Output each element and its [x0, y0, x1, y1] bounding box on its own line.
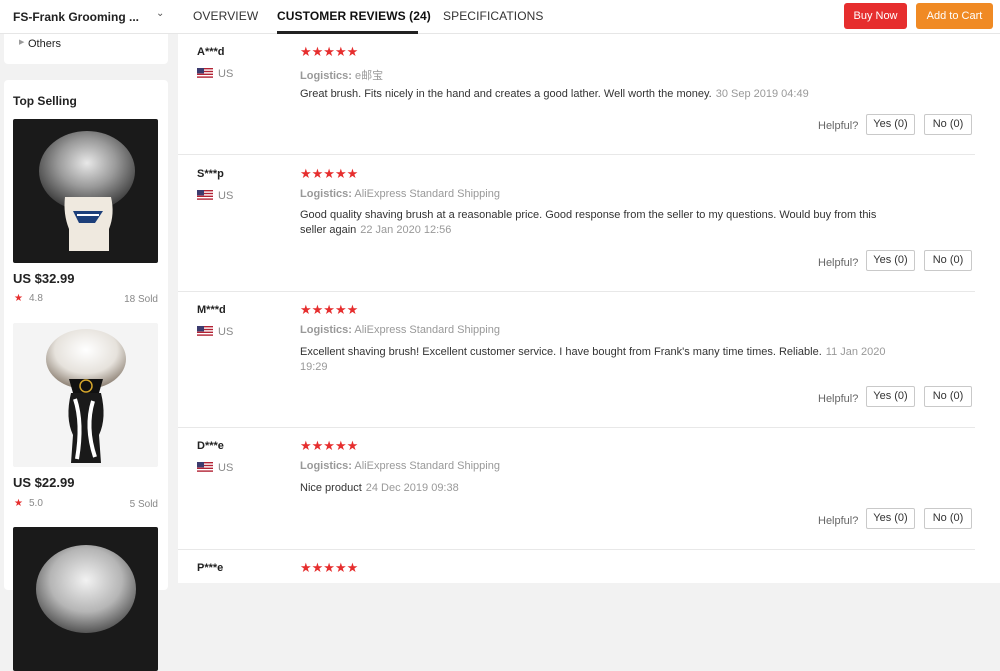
reviewer-name: S***p — [197, 168, 224, 180]
review-text: Good quality shaving brush at a reasonab… — [300, 208, 900, 238]
us-flag-icon — [197, 462, 213, 472]
review-item: P***e ★★★★★ — [178, 550, 975, 583]
helpful-label: Helpful? — [818, 515, 859, 527]
tab-overview[interactable]: OVERVIEW — [193, 9, 258, 23]
product-price: US $32.99 — [13, 271, 75, 286]
reviewer-country: US — [218, 68, 234, 80]
star-rating: ★★★★★ — [300, 44, 359, 59]
review-body: Excellent shaving brush! Excellent custo… — [300, 346, 822, 358]
top-navigation-bar: FS-Frank Grooming ... ⌄ OVERVIEW CUSTOME… — [0, 0, 1000, 34]
review-date: 30 Sep 2019 04:49 — [715, 88, 809, 100]
product-sold-count: 18 Sold — [124, 294, 158, 305]
top-selling-panel: Top Selling US $32.99 ★ 4.8 18 Sold US $… — [4, 80, 168, 671]
logistics-info: Logistics: e邮宝 — [300, 67, 383, 83]
helpful-yes-button[interactable]: Yes (0) — [866, 386, 915, 407]
logistics-info: Logistics: AliExpress Standard Shipping — [300, 188, 500, 200]
category-item-others[interactable]: Others — [28, 38, 61, 50]
logistics-info: Logistics: AliExpress Standard Shipping — [300, 460, 500, 472]
review-date: 22 Jan 2020 12:56 — [360, 224, 452, 236]
reviewer-country: US — [218, 190, 234, 202]
us-flag-icon — [197, 68, 213, 78]
logistics-method: AliExpress Standard Shipping — [354, 188, 500, 200]
product-rating: 4.8 — [29, 293, 43, 304]
product-image[interactable] — [13, 119, 158, 263]
helpful-label: Helpful? — [818, 393, 859, 405]
review-item: D***e US ★★★★★ Logistics: AliExpress Sta… — [178, 428, 975, 550]
star-rating: ★★★★★ — [300, 438, 359, 453]
review-item: A***d US ★★★★★ Logistics: e邮宝 Great brus… — [178, 34, 975, 155]
reviews-panel: A***d US ★★★★★ Logistics: e邮宝 Great brus… — [178, 34, 1000, 583]
logistics-label: Logistics: — [300, 70, 352, 82]
reviewer-name: A***d — [197, 46, 225, 58]
logistics-method: AliExpress Standard Shipping — [354, 324, 500, 336]
helpful-no-button[interactable]: No (0) — [924, 386, 972, 407]
review-text: Excellent shaving brush! Excellent custo… — [300, 345, 900, 375]
helpful-yes-button[interactable]: Yes (0) — [866, 250, 915, 271]
review-body: Nice product — [300, 482, 362, 494]
logistics-info: Logistics: AliExpress Standard Shipping — [300, 324, 500, 336]
logistics-method: AliExpress Standard Shipping — [354, 460, 500, 472]
reviewer-name: D***e — [197, 440, 224, 452]
reviewer-name: M***d — [197, 304, 226, 316]
helpful-no-button[interactable]: No (0) — [924, 250, 972, 271]
caret-right-icon: ▶ — [19, 39, 25, 46]
product-sold-count: 5 Sold — [129, 499, 158, 510]
product-image[interactable] — [13, 323, 158, 467]
buy-now-button[interactable]: Buy Now — [844, 3, 907, 29]
star-rating: ★★★★★ — [300, 302, 359, 317]
top-selling-title: Top Selling — [13, 94, 77, 108]
helpful-label: Helpful? — [818, 257, 859, 269]
add-to-cart-button[interactable]: Add to Cart — [916, 3, 993, 29]
tab-customer-reviews[interactable]: CUSTOMER REVIEWS (24) — [277, 9, 431, 23]
product-price: US $22.99 — [13, 475, 75, 490]
logistics-label: Logistics: — [300, 188, 352, 200]
category-list: ▶ Others — [4, 34, 168, 64]
review-text: Great brush. Fits nicely in the hand and… — [300, 87, 910, 102]
logistics-label: Logistics: — [300, 460, 352, 472]
star-icon: ★ — [14, 293, 23, 304]
review-item: S***p US ★★★★★ Logistics: AliExpress Sta… — [178, 155, 975, 292]
helpful-yes-button[interactable]: Yes (0) — [866, 114, 915, 135]
product-rating: 5.0 — [29, 498, 43, 509]
review-item: M***d US ★★★★★ Logistics: AliExpress Sta… — [178, 292, 975, 428]
reviewer-name: P***e — [197, 562, 224, 574]
chevron-down-icon[interactable]: ⌄ — [156, 8, 164, 19]
logistics-method: e邮宝 — [355, 70, 384, 82]
helpful-label: Helpful? — [818, 120, 859, 132]
star-rating: ★★★★★ — [300, 166, 359, 181]
review-date: 24 Dec 2019 09:38 — [365, 482, 459, 494]
product-image[interactable] — [13, 527, 158, 671]
review-body: Great brush. Fits nicely in the hand and… — [300, 88, 712, 100]
store-name[interactable]: FS-Frank Grooming ... — [13, 10, 139, 24]
review-text: Nice product 24 Dec 2019 09:38 — [300, 481, 910, 496]
us-flag-icon — [197, 326, 213, 336]
logistics-label: Logistics: — [300, 324, 352, 336]
helpful-no-button[interactable]: No (0) — [924, 114, 972, 135]
star-icon: ★ — [14, 498, 23, 509]
reviewer-country: US — [218, 326, 234, 338]
reviewer-country: US — [218, 462, 234, 474]
us-flag-icon — [197, 190, 213, 200]
helpful-yes-button[interactable]: Yes (0) — [866, 508, 915, 529]
helpful-no-button[interactable]: No (0) — [924, 508, 972, 529]
star-rating: ★★★★★ — [300, 560, 359, 575]
tab-specifications[interactable]: SPECIFICATIONS — [443, 9, 544, 23]
